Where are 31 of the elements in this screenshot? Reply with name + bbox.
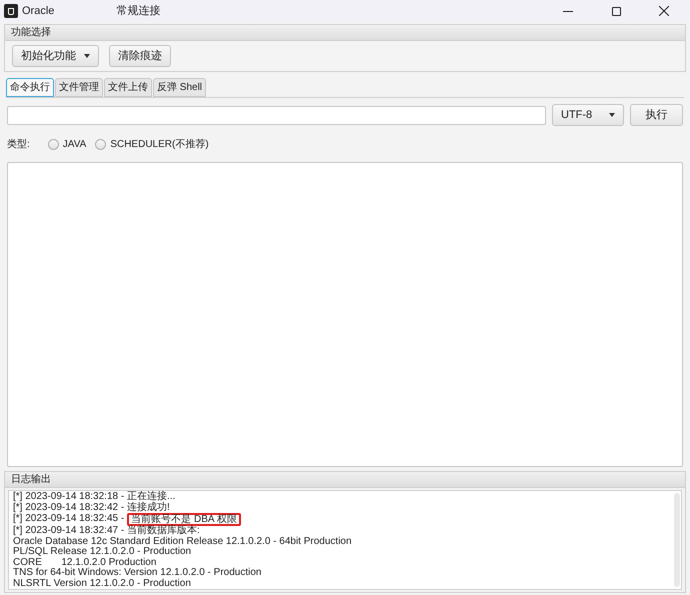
tab[interactable]: 文件管理 (55, 78, 103, 97)
app-logo-icon (4, 4, 18, 18)
radio-option[interactable]: JAVA (48, 137, 86, 152)
log-line: [*] 2023-09-14 18:32:47 - 当前数据库版本: (13, 526, 200, 536)
log-line: NLSRTL Version 12.1.0.2.0 - Production (13, 578, 191, 589)
app-name: Oracle (22, 4, 54, 19)
radio-option[interactable]: SCHEDULER(不推荐) (95, 137, 209, 152)
log-line: CORE 12.1.0.2.0 Production (13, 558, 156, 568)
window-title: 常规连接 (116, 4, 160, 19)
tab[interactable]: 文件上传 (104, 78, 152, 97)
caret-icon (609, 113, 615, 117)
encoding-dropdown[interactable]: UTF-8 (552, 104, 624, 126)
log-line: [*] 2023-09-14 18:32:42 - 连接成功! (13, 502, 170, 513)
close-icon (659, 6, 669, 16)
run-button[interactable]: 执行 (630, 104, 683, 126)
log-line: TNS for 64-bit Windows: Version 12.1.0.2.0 - Production (13, 568, 262, 578)
command-input[interactable] (7, 106, 546, 124)
tab[interactable]: 命令执行 (6, 78, 54, 97)
caret-icon (84, 54, 90, 58)
highlighted-log-text: 当前账号不是 DBA 权限 (127, 513, 241, 526)
log-line: Oracle Database 12c Standard Edition Release 12.1.0.2.0 - 64bit Production (13, 536, 352, 546)
log-line: [*] 2023-09-14 18:32:18 - 正在连接... (13, 492, 176, 502)
log-line: PL/SQL Release 12.1.0.2.0 - Production (13, 547, 192, 558)
tab[interactable]: 反弹 Shell (153, 78, 206, 97)
init-dropdown-button[interactable]: 初始化功能 (12, 45, 99, 67)
panel-header: 功能选择 (5, 25, 685, 41)
clear-button[interactable]: 清除痕迹 (109, 45, 171, 67)
type-label: 类型: (7, 138, 30, 152)
log-line: [*] 2023-09-14 18:32:45 - (13, 514, 124, 525)
script-editor[interactable] (7, 162, 683, 467)
panel-header: 日志输出 (5, 472, 685, 488)
